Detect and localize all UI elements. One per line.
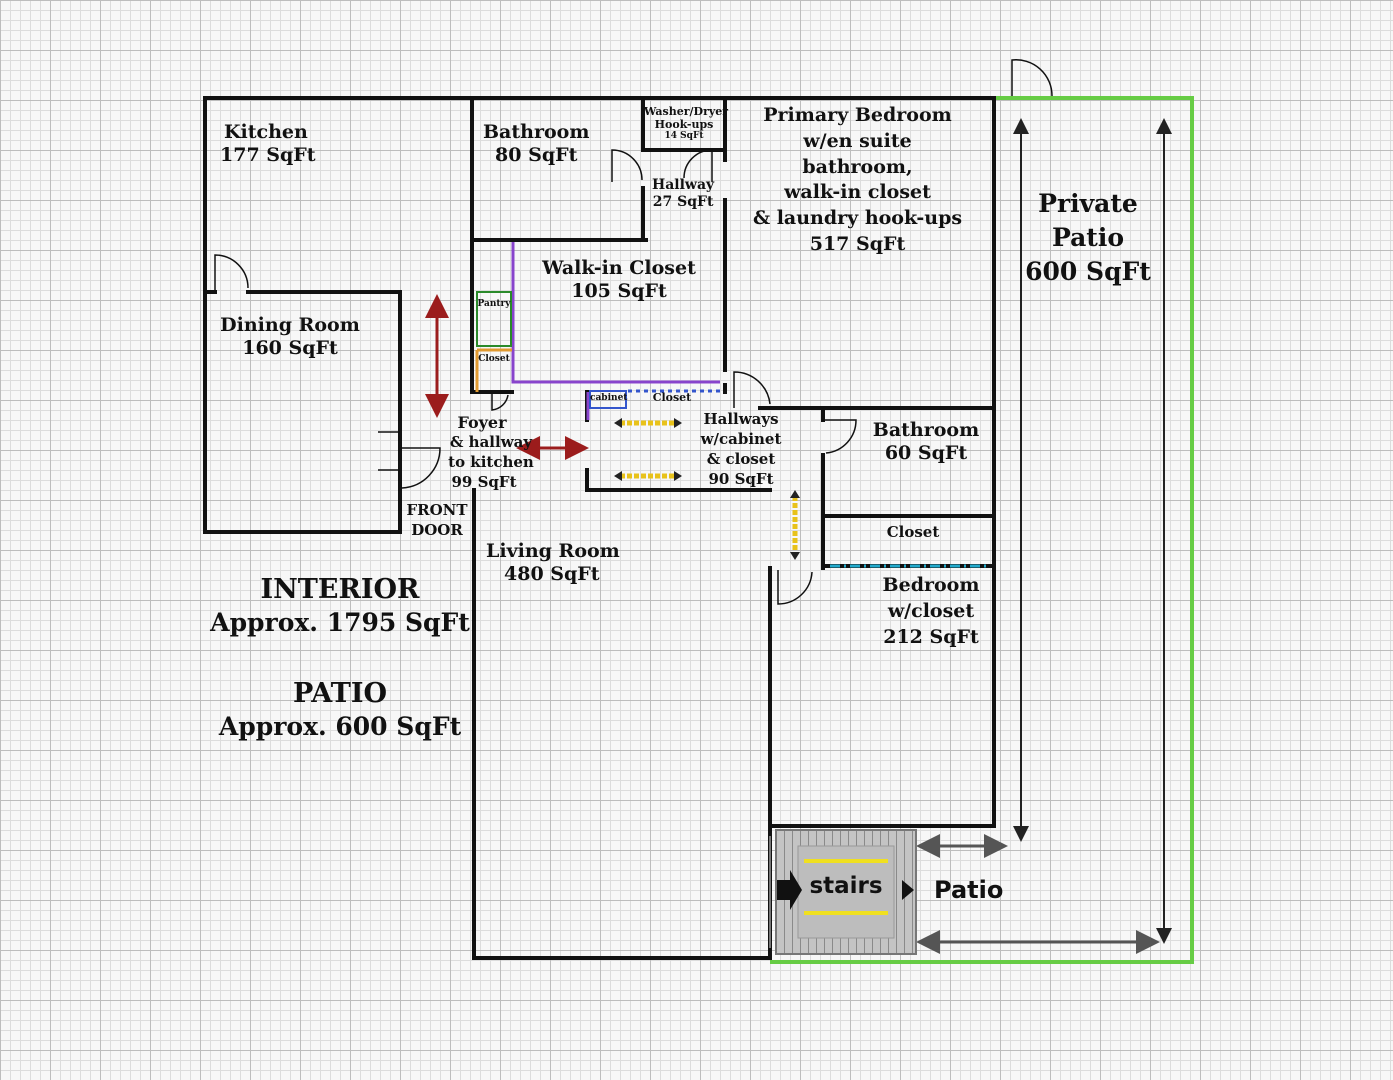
floor-plan-drawing xyxy=(203,59,1194,964)
small-closet-label: Closet xyxy=(478,354,510,364)
patio-summary: PATIO Approx. 600 SqFt xyxy=(218,678,462,742)
bedroom-closet-label: Closet xyxy=(886,523,940,541)
patio-label: Patio xyxy=(934,876,1004,904)
kitchen-label: Kitchen 177 SqFt xyxy=(220,121,316,166)
washer-label: Washer/Dryer Hook-ups xyxy=(644,105,729,131)
foyer-label: Foyer & hallway to kitchen 99 SqFt xyxy=(448,413,534,491)
stairs-label: stairs xyxy=(809,873,883,899)
walkin-closet-label: Walk-in Closet 105 SqFt xyxy=(542,257,696,302)
hallways-label: Hallways w/cabinet & closet 90 SqFt xyxy=(700,410,782,489)
bathroom2-label: Bathroom 60 SqFt xyxy=(872,419,980,464)
dining-room-label: Dining Room 160 SqFt xyxy=(220,314,360,359)
private-patio-label: Private Patio 600 SqFt xyxy=(1025,189,1151,286)
hall-closet-label: Closet xyxy=(652,391,692,404)
primary-bedroom-label: Primary Bedroom w/en suite bathroom, wal… xyxy=(752,104,963,256)
pantry-label: Pantry xyxy=(477,299,511,309)
living-room-label: Living Room 480 SqFt xyxy=(486,540,620,585)
interior-summary: INTERIOR Approx. 1795 SqFt xyxy=(210,574,470,638)
bathroom1-label: Bathroom 80 SqFt xyxy=(483,121,590,166)
bedroom-label: Bedroom w/closet 212 SqFt xyxy=(882,574,980,649)
front-door-label: FRONT DOOR xyxy=(406,501,468,539)
hallway1-label: Hallway 27 SqFt xyxy=(652,177,715,210)
washer-area: 14 SqFt xyxy=(664,131,704,141)
cabinet-label: cabinet xyxy=(590,393,628,403)
